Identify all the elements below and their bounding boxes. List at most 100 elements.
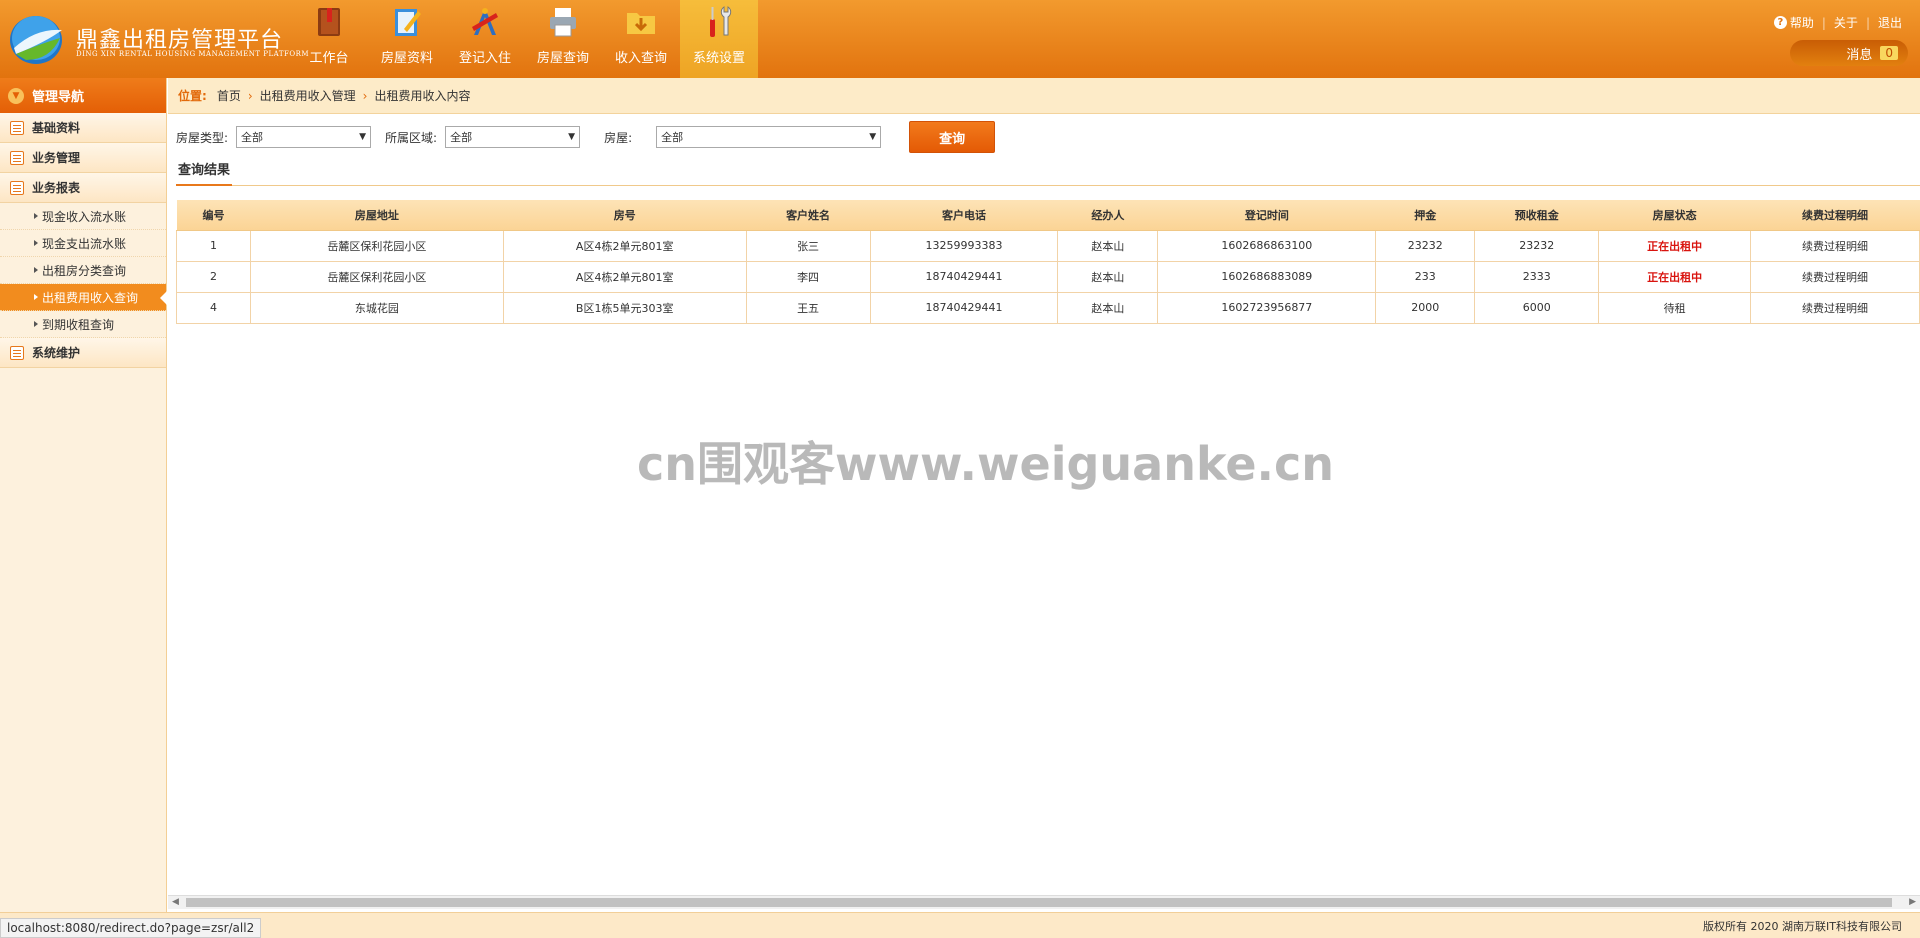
about-link[interactable]: 关于 bbox=[1834, 14, 1858, 31]
chevron-down-icon: ▼ bbox=[869, 132, 877, 142]
cell-address: 东城花园 bbox=[249, 291, 504, 324]
printer-icon bbox=[550, 8, 576, 37]
column-header: 续费过程明细 bbox=[1750, 200, 1920, 231]
sidebar-group-system-maintenance[interactable]: 系统维护 bbox=[0, 338, 166, 368]
table-header-row: 编号 房屋地址 房号 客户姓名 客户电话 经办人 登记时间 押金 预收租金 房屋… bbox=[176, 200, 1920, 231]
breadcrumb-current: 出租费用收入内容 bbox=[374, 89, 471, 103]
column-header: 预收租金 bbox=[1474, 200, 1599, 231]
sidebar-item-label: 到期收租查询 bbox=[42, 317, 115, 332]
messages-count-badge: 0 bbox=[1880, 46, 1898, 60]
column-header: 经办人 bbox=[1057, 200, 1158, 231]
column-header: 押金 bbox=[1375, 200, 1475, 231]
column-header: 客户电话 bbox=[870, 200, 1058, 231]
region-select[interactable]: 全部 ▼ bbox=[445, 126, 581, 148]
top-header: 鼎鑫出租房管理平台 DING XIN RENTAL HOUSING MANAGE… bbox=[0, 0, 1920, 78]
breadcrumb-item[interactable]: 出租费用收入管理 bbox=[260, 87, 356, 104]
cell-handler: 赵本山 bbox=[1057, 291, 1159, 324]
cell-id: 1 bbox=[176, 229, 251, 262]
link-divider: | bbox=[1821, 15, 1826, 30]
column-header: 房号 bbox=[503, 200, 747, 231]
horizontal-scrollbar[interactable]: ◀ ▶ bbox=[168, 895, 1920, 909]
column-header: 房屋状态 bbox=[1598, 200, 1751, 231]
renewal-detail-link[interactable]: 续费过程明细 bbox=[1750, 260, 1920, 293]
topnav-house-query[interactable]: 房屋查询 bbox=[524, 0, 602, 78]
topnav-checkin[interactable]: 登记入住 bbox=[446, 0, 524, 78]
topnav-label: 房屋查询 bbox=[536, 51, 589, 66]
cell-id: 4 bbox=[176, 291, 251, 324]
sidebar-item-cash-expense[interactable]: 现金支出流水账 bbox=[0, 230, 166, 257]
cell-register-time: 1602723956877 bbox=[1157, 291, 1377, 324]
chat-icon bbox=[10, 150, 24, 165]
sidebar-title-label: 管理导航 bbox=[32, 90, 85, 105]
cell-prepaid-rent: 23232 bbox=[1474, 229, 1600, 262]
cell-room: A区4栋2单元801室 bbox=[502, 229, 747, 262]
scrollbar-thumb[interactable] bbox=[186, 898, 1892, 907]
sidebar-group-basic-data[interactable]: 基础资料 bbox=[0, 113, 166, 143]
cell-phone: 18740429441 bbox=[869, 291, 1059, 324]
breadcrumb-label: 位置: bbox=[178, 89, 207, 103]
list-icon bbox=[10, 120, 24, 135]
house-type-select[interactable]: 全部 ▼ bbox=[236, 126, 372, 148]
topnav-system-settings[interactable]: 系统设置 bbox=[680, 0, 758, 78]
sidebar-group-label: 业务管理 bbox=[32, 151, 81, 165]
house-select[interactable]: 全部 ▼ bbox=[656, 126, 882, 148]
table-row: 2 岳麓区保利花园小区 A区4栋2单元801室 李四 18740429441 赵… bbox=[176, 260, 1920, 293]
sidebar-group-business-reports[interactable]: 业务报表 bbox=[0, 173, 166, 203]
cell-deposit: 233 bbox=[1375, 260, 1476, 293]
notebook-pencil-icon bbox=[395, 9, 421, 36]
sidebar-item-rental-category[interactable]: 出租房分类查询 bbox=[0, 257, 166, 284]
topnav-income-query[interactable]: 收入查询 bbox=[602, 0, 680, 78]
cell-phone: 13259993383 bbox=[869, 229, 1059, 262]
house-type-label: 房屋类型: bbox=[176, 130, 229, 145]
link-divider: | bbox=[1865, 15, 1870, 30]
calendar-icon bbox=[10, 345, 24, 360]
scroll-left-icon[interactable]: ◀ bbox=[172, 897, 179, 907]
sidebar-group-label: 基础资料 bbox=[32, 121, 81, 135]
house-label: 房屋: bbox=[604, 130, 633, 145]
footer-bar bbox=[0, 912, 1920, 938]
region-label: 所属区域: bbox=[385, 130, 438, 145]
chevron-down-icon: ▼ bbox=[359, 132, 367, 142]
sidebar-item-rental-income[interactable]: 出租费用收入查询 bbox=[0, 284, 167, 311]
book-icon bbox=[318, 8, 340, 36]
main-content: 位置: 首页 › 出租费用收入管理 › 出租费用收入内容 房屋类型: 全部 ▼ … bbox=[168, 78, 1920, 912]
folder-download-icon bbox=[627, 13, 655, 34]
query-button[interactable]: 查询 bbox=[909, 121, 996, 153]
topnav-house-info[interactable]: 房屋资料 bbox=[368, 0, 446, 78]
sidebar-item-label: 现金支出流水账 bbox=[42, 236, 127, 251]
cell-customer-name: 张三 bbox=[745, 229, 871, 262]
app-subtitle: DING XIN RENTAL HOUSING MANAGEMENT PLATF… bbox=[76, 50, 310, 58]
table-row: 1 岳麓区保利花园小区 A区4栋2单元801室 张三 13259993383 赵… bbox=[176, 229, 1920, 262]
breadcrumb-home[interactable]: 首页 bbox=[217, 87, 241, 104]
topnav-label: 工作台 bbox=[309, 51, 349, 66]
sidebar-group-business-mgmt[interactable]: 业务管理 bbox=[0, 143, 166, 173]
cell-address: 岳麓区保利花园小区 bbox=[249, 260, 504, 293]
column-header: 客户姓名 bbox=[746, 200, 871, 231]
chevron-right-icon: › bbox=[362, 88, 368, 103]
help-link[interactable]: 帮助 bbox=[1790, 14, 1814, 31]
logout-link[interactable]: 退出 bbox=[1878, 14, 1902, 31]
messages-button[interactable]: 消息 0 bbox=[1790, 40, 1908, 66]
cell-handler: 赵本山 bbox=[1057, 260, 1159, 293]
tab-query-results[interactable]: 查询结果 bbox=[176, 160, 233, 186]
topnav-workbench[interactable]: 工作台 bbox=[290, 0, 368, 78]
house-value: 全部 bbox=[661, 131, 684, 144]
chevron-down-icon: ▼ bbox=[8, 87, 24, 104]
renewal-detail-link[interactable]: 续费过程明细 bbox=[1750, 291, 1920, 324]
sidebar-item-cash-income[interactable]: 现金收入流水账 bbox=[0, 203, 166, 230]
renewal-detail-link[interactable]: 续费过程明细 bbox=[1750, 229, 1920, 262]
sidebar-item-due-rent[interactable]: 到期收租查询 bbox=[0, 311, 166, 338]
top-nav: 工作台 房屋资料 登记入住 房屋查询 收入查询 系统设置 bbox=[290, 0, 758, 78]
topnav-label: 收入查询 bbox=[614, 51, 667, 66]
cell-status: 正在出租中 bbox=[1598, 260, 1752, 293]
drafting-tools-icon bbox=[472, 8, 498, 35]
top-links: ? 帮助 | 关于 | 退出 bbox=[1773, 14, 1902, 31]
scroll-right-icon[interactable]: ▶ bbox=[1909, 897, 1916, 907]
status-url: localhost:8080/redirect.do?page=zsr/all2 bbox=[0, 918, 262, 938]
wrench-screwdriver-icon bbox=[710, 6, 732, 37]
cell-customer-name: 李四 bbox=[745, 260, 871, 293]
cell-customer-name: 王五 bbox=[745, 291, 871, 324]
house-type-value: 全部 bbox=[241, 131, 264, 144]
copyright-text: 版权所有 2020 湖南万联IT科技有限公司 bbox=[1703, 920, 1902, 933]
help-icon: ? bbox=[1773, 16, 1787, 29]
